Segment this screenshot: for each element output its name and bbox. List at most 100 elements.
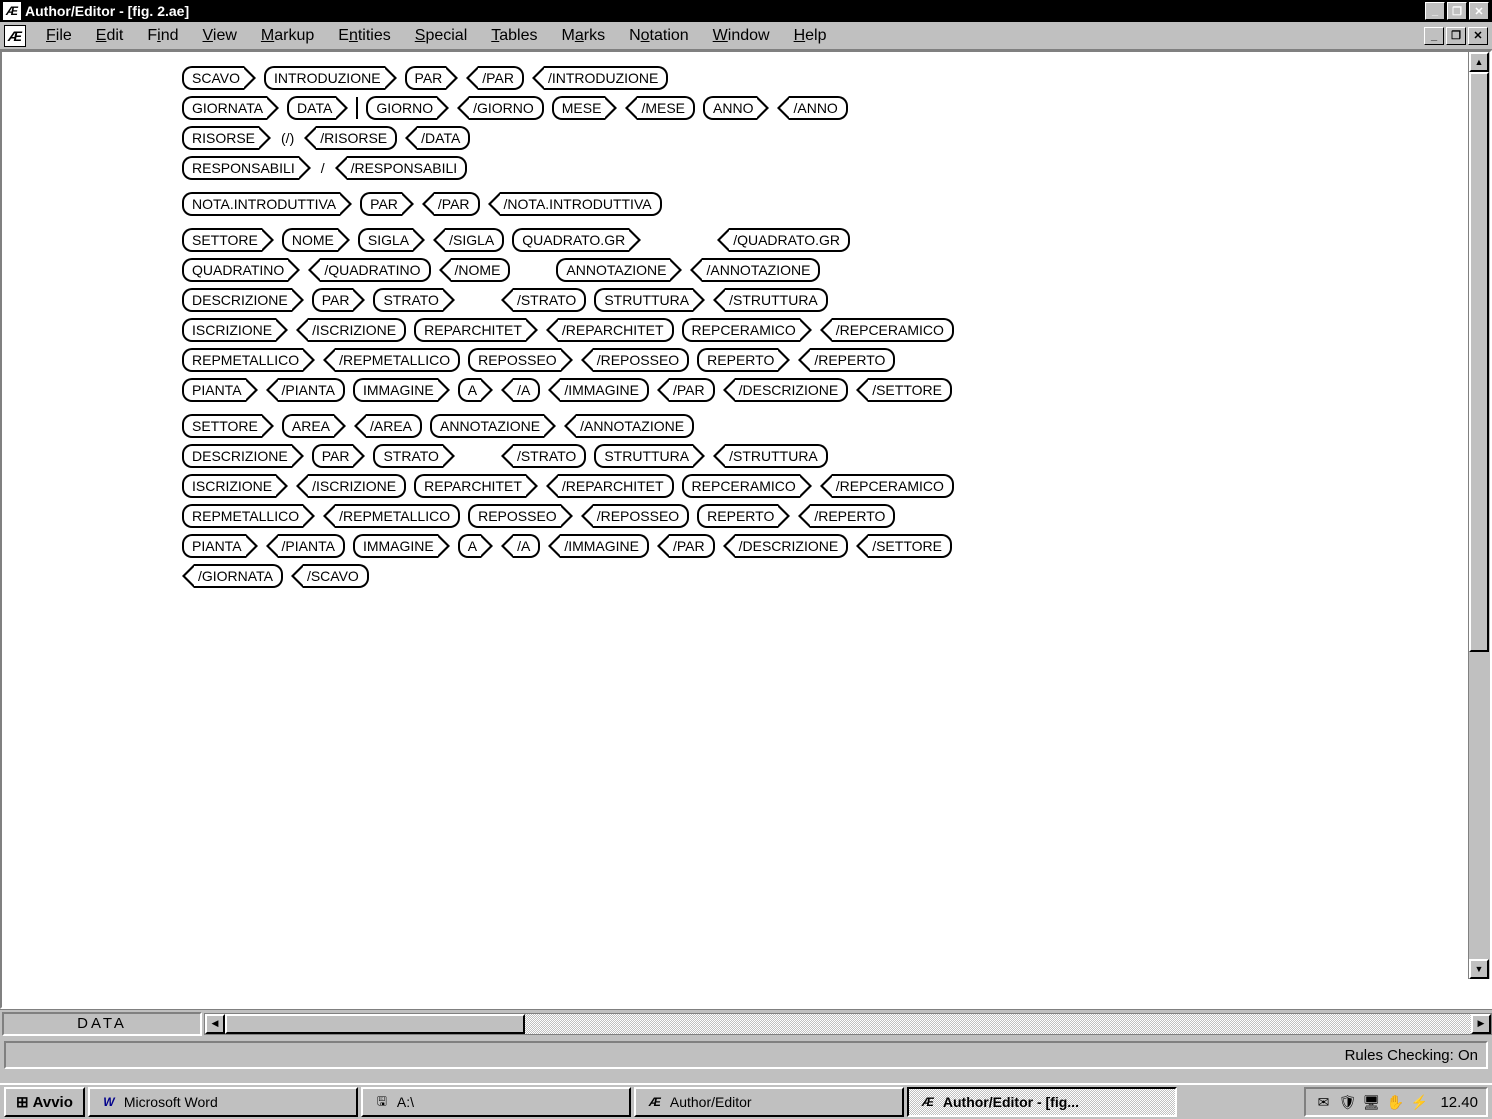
tag-par-close[interactable]: /PAR xyxy=(669,378,715,402)
tag-descrizione[interactable]: DESCRIZIONE xyxy=(182,288,292,312)
tag-reparchitet[interactable]: REPARCHITET xyxy=(414,318,526,342)
tag-par[interactable]: PAR xyxy=(312,288,354,312)
tag-nota-introduttiva[interactable]: NOTA.INTRODUTTIVA xyxy=(182,192,340,216)
tag-risorse[interactable]: RISORSE xyxy=(182,126,259,150)
menu-edit[interactable]: Edit xyxy=(84,23,136,49)
tag-reposseo-close[interactable]: /REPOSSEO xyxy=(593,348,689,372)
tag-struttura-close[interactable]: /STRUTTURA xyxy=(725,288,828,312)
tag-reperto[interactable]: REPERTO xyxy=(697,504,778,528)
tag-descrizione[interactable]: DESCRIZIONE xyxy=(182,444,292,468)
tag-giorno[interactable]: GIORNO xyxy=(366,96,437,120)
tag-pianta-close[interactable]: /PIANTA xyxy=(278,534,345,558)
tag-settore[interactable]: SETTORE xyxy=(182,414,262,438)
tag-risorse-close[interactable]: /RISORSE xyxy=(316,126,397,150)
tray-icon-4[interactable]: ✋ xyxy=(1386,1093,1404,1111)
tag-data[interactable]: DATA xyxy=(287,96,336,120)
menu-file[interactable]: File xyxy=(34,23,84,49)
document-area[interactable]: SCAVO INTRODUZIONE PAR /PAR /INTRODUZION… xyxy=(0,50,1492,1009)
tag-annotazione[interactable]: ANNOTAZIONE xyxy=(556,258,670,282)
tag-quadratino[interactable]: QUADRATINO xyxy=(182,258,288,282)
tag-anno-close[interactable]: /ANNO xyxy=(789,96,847,120)
mdi-maximize-button[interactable]: ❐ xyxy=(1446,27,1466,45)
tag-immagine-close[interactable]: /IMMAGINE xyxy=(560,534,649,558)
menu-marks[interactable]: Marks xyxy=(550,23,618,49)
tag-strato[interactable]: STRATO xyxy=(373,444,443,468)
tag-reparchitet-close[interactable]: /REPARCHITET xyxy=(558,474,674,498)
vertical-scrollbar[interactable]: ▲ ▼ xyxy=(1468,52,1490,979)
tag-giornata[interactable]: GIORNATA xyxy=(182,96,267,120)
taskbar-item-drive[interactable]: 🖫 A:\ xyxy=(361,1087,631,1117)
scroll-thumb[interactable] xyxy=(225,1014,525,1034)
tag-descrizione-close[interactable]: /DESCRIZIONE xyxy=(735,378,849,402)
tag-par[interactable]: PAR xyxy=(405,66,447,90)
tag-settore-close[interactable]: /SETTORE xyxy=(868,378,952,402)
tag-annotazione[interactable]: ANNOTAZIONE xyxy=(430,414,544,438)
menu-view[interactable]: View xyxy=(191,23,249,49)
tag-giornata-close[interactable]: /GIORNATA xyxy=(194,564,283,588)
tag-reposseo-close[interactable]: /REPOSSEO xyxy=(593,504,689,528)
tag-a-close[interactable]: /A xyxy=(513,534,540,558)
tag-pianta[interactable]: PIANTA xyxy=(182,378,246,402)
scroll-right-button[interactable]: ▶ xyxy=(1471,1014,1491,1034)
scroll-up-button[interactable]: ▲ xyxy=(1469,52,1489,72)
tag-strato-close[interactable]: /STRATO xyxy=(513,288,586,312)
tag-par-close[interactable]: /PAR xyxy=(434,192,480,216)
maximize-button[interactable]: ❐ xyxy=(1447,2,1467,20)
menu-find[interactable]: Find xyxy=(135,23,190,49)
tag-introduzione[interactable]: INTRODUZIONE xyxy=(264,66,385,90)
scroll-left-button[interactable]: ◀ xyxy=(205,1014,225,1034)
tag-repceramico[interactable]: REPCERAMICO xyxy=(682,474,800,498)
scroll-thumb[interactable] xyxy=(1469,72,1489,652)
tag-reparchitet-close[interactable]: /REPARCHITET xyxy=(558,318,674,342)
tag-immagine-close[interactable]: /IMMAGINE xyxy=(560,378,649,402)
scroll-down-button[interactable]: ▼ xyxy=(1469,959,1489,979)
menu-entities[interactable]: Entities xyxy=(326,23,402,49)
tag-descrizione-close[interactable]: /DESCRIZIONE xyxy=(735,534,849,558)
tag-reperto[interactable]: REPERTO xyxy=(697,348,778,372)
app-icon[interactable]: Æ xyxy=(3,2,21,20)
tag-struttura-close[interactable]: /STRUTTURA xyxy=(725,444,828,468)
tag-repmetallico-close[interactable]: /REPMETALLICO xyxy=(335,348,460,372)
tag-reparchitet[interactable]: REPARCHITET xyxy=(414,474,526,498)
tag-sigla[interactable]: SIGLA xyxy=(358,228,413,252)
tag-annotazione-close[interactable]: /ANNOTAZIONE xyxy=(702,258,820,282)
start-button[interactable]: ⊞ Avvio xyxy=(4,1087,85,1117)
tag-reperto-close[interactable]: /REPERTO xyxy=(810,504,895,528)
taskbar-item-word[interactable]: W Microsoft Word xyxy=(88,1087,358,1117)
tag-annotazione-close[interactable]: /ANNOTAZIONE xyxy=(576,414,694,438)
tag-pianta-close[interactable]: /PIANTA xyxy=(278,378,345,402)
tray-icon-3[interactable]: 🖥 xyxy=(1362,1093,1380,1111)
taskbar-item-author-editor[interactable]: Æ Author/Editor xyxy=(634,1087,904,1117)
tag-mese[interactable]: MESE xyxy=(552,96,606,120)
mdi-minimize-button[interactable]: _ xyxy=(1424,27,1444,45)
tray-icon-2[interactable]: 🛡 xyxy=(1338,1093,1356,1111)
system-menu-icon[interactable]: Æ xyxy=(4,25,26,47)
tag-data-close[interactable]: /DATA xyxy=(417,126,470,150)
tag-responsabili[interactable]: RESPONSABILI xyxy=(182,156,299,180)
tag-par[interactable]: PAR xyxy=(312,444,354,468)
tag-sigla-close[interactable]: /SIGLA xyxy=(445,228,504,252)
tag-iscrizione-close[interactable]: /ISCRIZIONE xyxy=(308,318,406,342)
tag-repmetallico[interactable]: REPMETALLICO xyxy=(182,348,303,372)
tag-mese-close[interactable]: /MESE xyxy=(637,96,695,120)
tag-iscrizione[interactable]: ISCRIZIONE xyxy=(182,318,276,342)
tag-scavo[interactable]: SCAVO xyxy=(182,66,244,90)
tag-giorno-close[interactable]: /GIORNO xyxy=(469,96,544,120)
tag-repmetallico[interactable]: REPMETALLICO xyxy=(182,504,303,528)
taskbar-item-author-editor-fig[interactable]: Æ Author/Editor - [fig... xyxy=(907,1087,1177,1117)
menu-special[interactable]: Special xyxy=(403,23,479,49)
tag-quadrato-gr[interactable]: QUADRATO.GR xyxy=(512,228,629,252)
tag-nome[interactable]: NOME xyxy=(282,228,338,252)
tag-scavo-close[interactable]: /SCAVO xyxy=(303,564,369,588)
clock[interactable]: 12.40 xyxy=(1440,1094,1478,1111)
tray-icon-1[interactable]: ✉ xyxy=(1314,1093,1332,1111)
close-button[interactable]: ✕ xyxy=(1469,2,1489,20)
tag-quadratino-close[interactable]: /QUADRATINO xyxy=(320,258,430,282)
tag-settore[interactable]: SETTORE xyxy=(182,228,262,252)
tag-quadrato-gr-close[interactable]: /QUADRATO.GR xyxy=(729,228,850,252)
tag-strato-close[interactable]: /STRATO xyxy=(513,444,586,468)
tag-par[interactable]: PAR xyxy=(360,192,402,216)
tag-a[interactable]: A xyxy=(458,378,481,402)
tag-area[interactable]: AREA xyxy=(282,414,334,438)
mdi-close-button[interactable]: ✕ xyxy=(1468,27,1488,45)
